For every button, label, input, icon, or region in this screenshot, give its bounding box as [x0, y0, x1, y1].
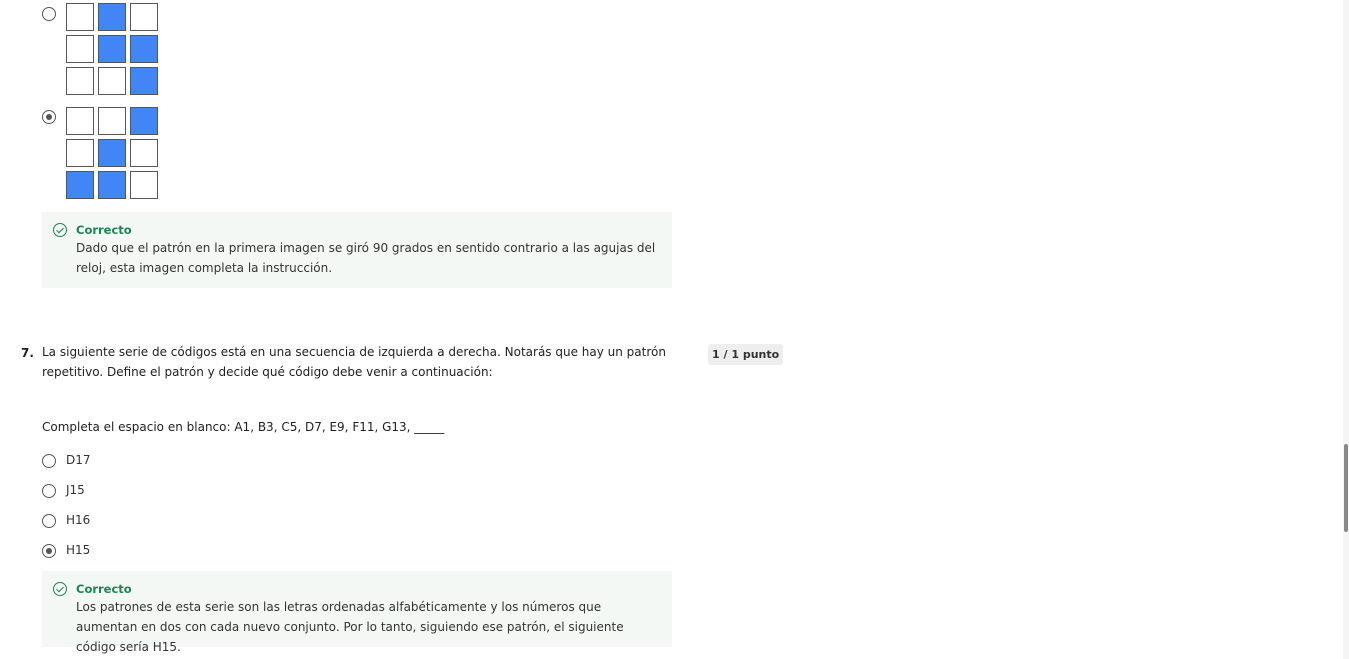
feedback-title: Correcto	[76, 223, 132, 237]
grid-cell-filled	[130, 35, 158, 63]
option-radio-selected[interactable]	[42, 544, 56, 558]
option-radio-grid-2[interactable]	[42, 110, 56, 124]
feedback-text: Los patrones de esta serie son las letra…	[76, 600, 624, 654]
grid-cell-filled	[98, 139, 126, 167]
grid-cell-empty	[130, 139, 158, 167]
grid-cell-empty	[130, 171, 158, 199]
grid-cell-empty	[66, 35, 94, 63]
grid-cell-empty	[98, 67, 126, 95]
check-circle-icon	[53, 223, 67, 237]
grid-cell-empty	[66, 139, 94, 167]
scrollbar-thumb[interactable]	[1344, 444, 1348, 532]
grid-cell-filled	[98, 3, 126, 31]
grid-cell-empty	[66, 107, 94, 135]
option-radio[interactable]	[42, 514, 56, 528]
score-badge: 1 / 1 punto	[708, 344, 784, 365]
pattern-grid-option-1	[66, 3, 158, 95]
page-scrollbar[interactable]	[1343, 0, 1349, 659]
question-instruction: Completa el espacio en blanco: A1, B3, C…	[42, 420, 445, 434]
grid-cell-empty	[66, 67, 94, 95]
grid-cell-filled	[98, 171, 126, 199]
question-prompt: La siguiente serie de códigos está en un…	[42, 345, 666, 379]
grid-cell-empty	[130, 3, 158, 31]
option-radio-grid-1[interactable]	[42, 7, 56, 21]
grid-cell-empty	[66, 3, 94, 31]
grid-cell-empty	[98, 107, 126, 135]
feedback-text: Dado que el patrón en la primera imagen …	[76, 241, 656, 275]
question-number: 7.	[21, 346, 34, 360]
grid-cell-filled	[130, 67, 158, 95]
option-label[interactable]: J15	[66, 483, 85, 497]
option-radio[interactable]	[42, 484, 56, 498]
feedback-correct-q7: Correcto Los patrones de esta serie son …	[42, 571, 672, 654]
option-label[interactable]: H16	[66, 513, 90, 527]
pattern-grid-option-2	[66, 107, 158, 199]
feedback-title: Correcto	[76, 582, 132, 596]
grid-cell-filled	[66, 171, 94, 199]
grid-cell-filled	[98, 35, 126, 63]
check-circle-icon	[53, 582, 67, 596]
option-radio[interactable]	[42, 454, 56, 468]
option-label[interactable]: D17	[66, 453, 91, 467]
option-label[interactable]: H15	[66, 543, 90, 557]
feedback-correct-prev: Correcto Dado que el patrón en la primer…	[42, 212, 672, 288]
grid-cell-filled	[130, 107, 158, 135]
